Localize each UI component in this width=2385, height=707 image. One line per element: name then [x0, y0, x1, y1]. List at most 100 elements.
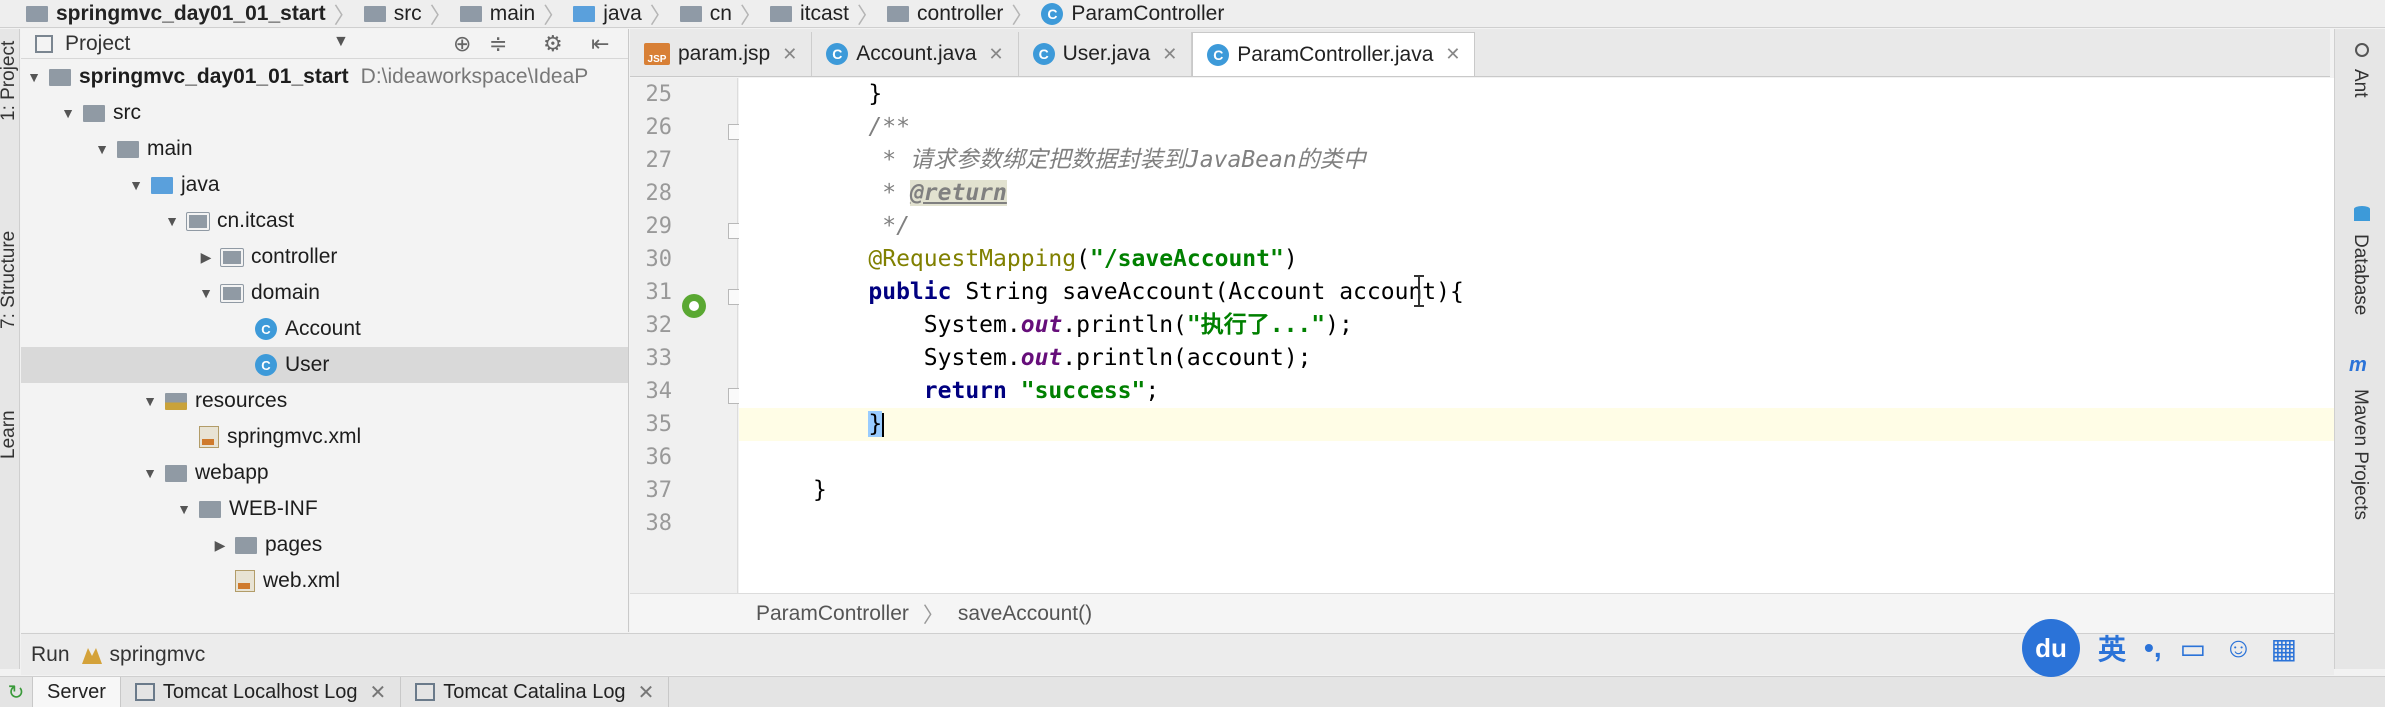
breadcrumb-java[interactable]: java — [565, 0, 650, 27]
chevron-down-icon[interactable]: ▼ — [161, 213, 183, 229]
user-icon[interactable]: ☺ — [2224, 632, 2253, 664]
tool-window-database[interactable]: Database — [2349, 234, 2371, 315]
breadcrumb-cn[interactable]: cn — [672, 0, 740, 27]
tab-user-java[interactable]: C User.java ✕ — [1019, 32, 1193, 76]
hide-panel-icon[interactable]: ⇤ — [591, 31, 609, 57]
tree-item-springmvc-xml[interactable]: springmvc.xml — [21, 419, 628, 455]
xml-file-icon — [199, 426, 219, 448]
breadcrumb-src[interactable]: src — [356, 0, 430, 27]
chevron-down-icon[interactable]: ▼ — [139, 393, 161, 409]
folder-icon — [117, 140, 139, 158]
package-icon — [887, 5, 910, 22]
ime-language-toggle[interactable]: 英 — [2098, 628, 2126, 668]
tree-item-controller[interactable]: ▶ controller — [21, 239, 628, 275]
chevron-down-icon[interactable]: ▼ — [195, 285, 217, 301]
tree-item-web-xml[interactable]: web.xml — [21, 563, 628, 599]
tool-window-ant[interactable]: Ant — [2349, 69, 2371, 98]
line-number: 35 — [645, 412, 673, 437]
breadcrumb-project[interactable]: springmvc_day01_01_start — [0, 0, 334, 27]
run-tab-bar: ↻ Server Tomcat Localhost Log ✕ Tomcat C… — [0, 676, 2385, 707]
xml-file-icon — [235, 570, 255, 592]
keyboard-icon[interactable]: ▭ — [2180, 632, 2206, 665]
project-panel-title[interactable]: Project — [65, 32, 130, 56]
punctuation-icon[interactable]: •, — [2144, 632, 2162, 664]
tree-item-java[interactable]: ▼ java — [21, 167, 628, 203]
text-cursor-icon — [1414, 275, 1424, 307]
tree-item-main[interactable]: ▼ main — [21, 131, 628, 167]
tool-window-maven-projects[interactable]: Maven Projects — [2349, 389, 2371, 520]
tree-item-web-inf[interactable]: ▼ WEB-INF — [21, 491, 628, 527]
breadcrumb-separator: 〉 — [333, 2, 356, 28]
tab-tomcat-catalina-log[interactable]: Tomcat Catalina Log ✕ — [401, 677, 670, 707]
tree-item-src[interactable]: ▼ src — [21, 95, 628, 131]
close-icon[interactable]: ✕ — [782, 44, 797, 65]
tree-item-user[interactable]: C User — [21, 347, 628, 383]
chevron-down-icon[interactable]: ▼ — [23, 69, 45, 85]
chevron-down-icon[interactable]: ▼ — [91, 141, 113, 157]
crumb-method[interactable]: saveAccount() — [958, 602, 1092, 626]
code-line-27: * 请求参数绑定把数据封装到JavaBean的类中 — [813, 147, 1366, 173]
tool-window-learn[interactable]: Learn — [0, 410, 20, 459]
line-number: 25 — [645, 82, 673, 107]
ime-logo[interactable]: du — [2022, 619, 2080, 677]
code-line-26: /** — [813, 114, 910, 140]
log-icon — [415, 683, 436, 701]
crumb-class[interactable]: ParamController — [756, 602, 909, 626]
chevron-down-icon[interactable]: ▼ — [173, 501, 195, 517]
tree-item-webapp[interactable]: ▼ webapp — [21, 455, 628, 491]
spring-bean-icon[interactable] — [680, 292, 708, 320]
code-editor[interactable]: } /** * 请求参数绑定把数据封装到JavaBean的类中 * @retur… — [739, 78, 2334, 593]
collapse-all-icon[interactable]: ≑ — [489, 31, 507, 57]
tool-window-project[interactable]: 1: Project — [0, 41, 20, 121]
tree-item-pages[interactable]: ▶ pages — [21, 527, 628, 563]
breadcrumb-main[interactable]: main — [452, 0, 544, 27]
code-line-37: } — [813, 477, 827, 503]
class-icon: C — [255, 318, 277, 340]
tab-tomcat-localhost-log[interactable]: Tomcat Localhost Log ✕ — [121, 677, 402, 707]
package-icon — [186, 211, 210, 231]
code-line-34: return "success"; — [923, 378, 1160, 404]
chevron-down-icon[interactable]: ▼ — [57, 105, 79, 121]
ime-toolbar: du 英 •, ▭ ☺ ▦ — [2022, 617, 2322, 679]
code-line-30: @RequestMapping("/saveAccount") — [868, 246, 1298, 272]
chevron-right-icon[interactable]: ▶ — [195, 249, 217, 266]
project-panel: Project ▼ ⊕ ≑ ⚙ ⇤ ▼ springmvc_day01_01_s… — [21, 29, 629, 632]
tree-item-project-root[interactable]: ▼ springmvc_day01_01_start D:\ideaworksp… — [21, 59, 628, 95]
close-icon[interactable]: ✕ — [1162, 44, 1177, 65]
editor-gutter[interactable]: 25 26 27 28 29 30 31 32 33 34 35 36 37 3… — [630, 78, 746, 593]
tab-param-jsp[interactable]: JSP param.jsp ✕ — [630, 32, 813, 76]
breadcrumb-itcast[interactable]: itcast — [762, 0, 857, 27]
close-icon[interactable]: ✕ — [1445, 44, 1460, 65]
chevron-down-icon[interactable]: ▼ — [139, 465, 161, 481]
tab-server[interactable]: Server — [32, 677, 121, 707]
close-icon[interactable]: ✕ — [989, 44, 1004, 65]
breadcrumb-paramcontroller[interactable]: C ParamController — [1033, 0, 1232, 27]
log-icon — [134, 683, 155, 701]
line-number: 29 — [645, 214, 673, 239]
tree-item-resources[interactable]: ▼ resources — [21, 383, 628, 419]
class-icon: C — [1032, 43, 1055, 65]
chevron-right-icon[interactable]: ▶ — [209, 537, 231, 554]
gear-icon[interactable]: ⚙ — [543, 31, 563, 57]
locate-icon[interactable]: ⊕ — [453, 31, 471, 57]
tree-item-cn-itcast[interactable]: ▼ cn.itcast — [21, 203, 628, 239]
tab-account-java[interactable]: C Account.java ✕ — [812, 32, 1019, 76]
rerun-icon[interactable]: ↻ — [0, 677, 32, 707]
tool-window-structure[interactable]: 7: Structure — [0, 231, 20, 329]
tree-item-account[interactable]: C Account — [21, 311, 628, 347]
tree-item-domain[interactable]: ▼ domain — [21, 275, 628, 311]
grid-menu-icon[interactable]: ▦ — [2271, 632, 2297, 665]
project-view-icon — [35, 34, 53, 53]
line-number: 30 — [645, 247, 673, 272]
tab-paramcontroller-java[interactable]: C ParamController.java ✕ — [1192, 32, 1476, 76]
line-number: 37 — [645, 478, 673, 503]
close-icon[interactable]: ✕ — [638, 680, 655, 705]
line-number: 27 — [645, 148, 673, 173]
jsp-file-icon: JSP — [644, 43, 670, 65]
chevron-down-icon[interactable]: ▼ — [333, 33, 349, 51]
breadcrumb-controller[interactable]: controller — [879, 0, 1011, 27]
close-icon[interactable]: ✕ — [369, 680, 386, 705]
chevron-down-icon[interactable]: ▼ — [125, 177, 147, 193]
run-config-name[interactable]: springmvc — [110, 643, 206, 667]
